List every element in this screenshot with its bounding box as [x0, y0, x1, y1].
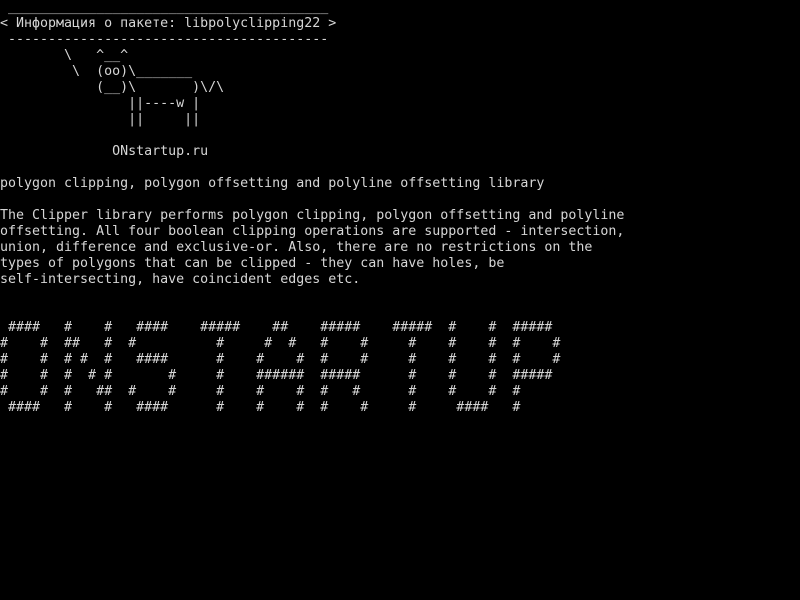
description-line: The Clipper library performs polygon cli… [0, 208, 625, 223]
banner-line: #### # # #### # # # # # # #### # [0, 400, 521, 415]
speech-bubble-bottom-border: ---------------------------------------- [0, 32, 329, 47]
speech-bubble: ________________________________________… [0, 0, 800, 48]
cow-line: ||----w | [0, 96, 201, 111]
cow-line: \ ^__^ [0, 48, 129, 63]
package-description: The Clipper library performs polygon cli… [0, 208, 800, 288]
description-line: types of polygons that can be clipped - … [0, 256, 505, 271]
banner-line: #### # # #### ##### ## ##### ##### # # #… [0, 320, 553, 335]
banner-line: # # # # # #### # # # # # # # # # # [0, 352, 561, 367]
cow-line: (__)\ )\/\ [0, 80, 225, 95]
cow-line: \ (oo)\_______ [0, 64, 193, 79]
description-line: union, difference and exclusive-or. Also… [0, 240, 593, 255]
cow-line: || || [0, 112, 201, 127]
cow-ascii-art: \ ^__^ \ (oo)\_______ (__)\ )\/\ ||----w… [0, 48, 800, 128]
banner-line: # # # ## # # # # # # # # # # # [0, 384, 521, 399]
banner-line: # # ## # # # # # # # # # # # # [0, 336, 561, 351]
description-line: offsetting. All four boolean clipping op… [0, 224, 625, 239]
banner-line: # # # # # # # ###### ##### # # # ##### [0, 368, 553, 383]
speech-bubble-top-border: ________________________________________ [0, 0, 329, 15]
ascii-banner: #### # # #### ##### ## ##### ##### # # #… [0, 320, 800, 416]
site-name: ONstartup.ru [0, 144, 209, 159]
package-summary: polygon clipping, polygon offsetting and… [0, 176, 545, 191]
description-line: self-intersecting, have coincident edges… [0, 272, 361, 287]
terminal-screen: ________________________________________… [0, 0, 800, 600]
speech-bubble-text: < Информация о пакете: libpolyclipping22… [0, 16, 337, 31]
